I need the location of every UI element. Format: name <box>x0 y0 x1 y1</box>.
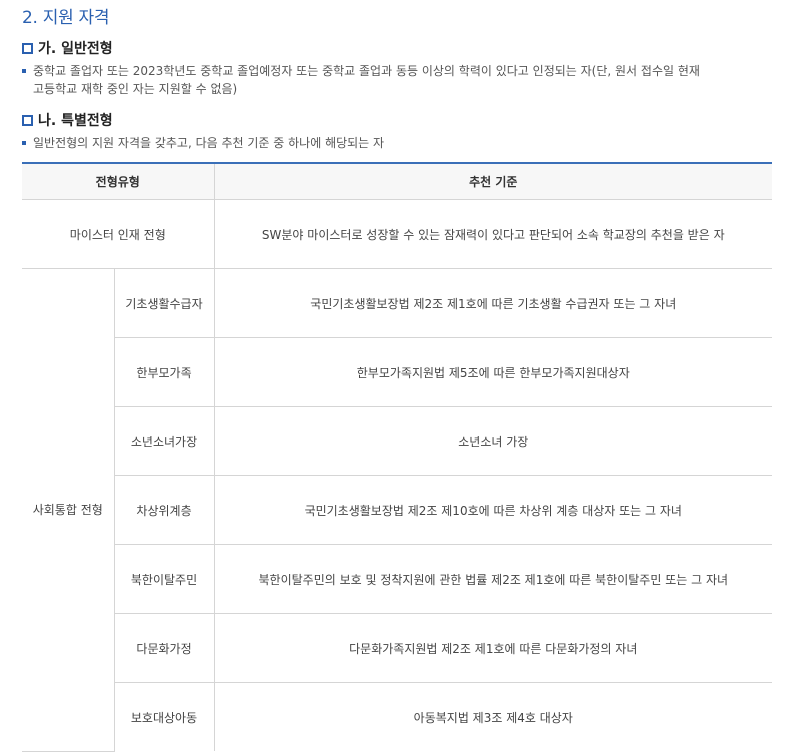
social-subtype: 북한이탈주민 <box>113 544 215 614</box>
social-subtype: 소년소녀가장 <box>113 406 215 476</box>
social-criteria: 북한이탈주민의 보호 및 정착지원에 관한 법률 제2조 제1호에 따른 북한이… <box>213 544 773 614</box>
social-criteria: 아동복지법 제3조 제4호 대상자 <box>213 682 773 751</box>
special-description: 일반전형의 지원 자격을 갖추고, 다음 추천 기준 중 하나에 해당되는 자 <box>22 134 772 152</box>
bullet-icon <box>22 141 26 145</box>
general-heading: 가. 일반전형 <box>22 38 113 58</box>
social-criteria: 국민기초생활보장법 제2조 제10호에 따른 차상위 계층 대상자 또는 그 자… <box>213 475 773 545</box>
special-heading-label: 나. 특별전형 <box>38 113 113 129</box>
general-line-2: 고등학교 재학 중인 자는 지원할 수 없음) <box>33 82 238 96</box>
social-criteria: 소년소녀 가장 <box>213 406 773 476</box>
social-subtype: 차상위계층 <box>113 475 215 545</box>
section-title: 2. 지원 자격 <box>22 8 110 28</box>
social-criteria: 한부모가족지원법 제5조에 따른 한부모가족지원대상자 <box>213 337 773 407</box>
special-line-1: 일반전형의 지원 자격을 갖추고, 다음 추천 기준 중 하나에 해당되는 자 <box>33 136 385 150</box>
square-bullet-icon <box>22 114 33 126</box>
social-subtype: 한부모가족 <box>113 337 215 407</box>
social-subtype: 기초생활수급자 <box>113 268 215 338</box>
table-header-row: 전형유형 추천 기준 <box>22 162 773 200</box>
social-subtype: 다문화가정 <box>113 613 215 683</box>
social-type: 사회통합 전형 <box>22 268 114 752</box>
table-row: 다문화가정 다문화가족지원법 제2조 제1호에 따른 다문화가정의 자녀 <box>22 613 773 683</box>
general-heading-label: 가. 일반전형 <box>38 41 113 57</box>
meister-type: 마이스터 인재 전형 <box>22 199 215 269</box>
special-heading: 나. 특별전형 <box>22 110 113 130</box>
header-criteria: 추천 기준 <box>213 162 773 200</box>
table-row: 차상위계층 국민기초생활보장법 제2조 제10호에 따른 차상위 계층 대상자 … <box>22 475 773 545</box>
social-subtype: 보호대상아동 <box>113 682 215 751</box>
general-description: 중학교 졸업자 또는 2023학년도 중학교 졸업예정자 또는 중학교 졸업과 … <box>22 62 772 98</box>
social-criteria: 다문화가족지원법 제2조 제1호에 따른 다문화가정의 자녀 <box>213 613 773 683</box>
table-row: 보호대상아동 아동복지법 제3조 제4호 대상자 <box>22 682 773 751</box>
table-row: 한부모가족 한부모가족지원법 제5조에 따른 한부모가족지원대상자 <box>22 337 773 407</box>
bullet-icon <box>22 69 26 73</box>
criteria-table: 전형유형 추천 기준 마이스터 인재 전형 SW분야 마이스터로 성장할 수 있… <box>22 162 773 752</box>
table-row: 소년소녀가장 소년소녀 가장 <box>22 406 773 476</box>
table-row: 마이스터 인재 전형 SW분야 마이스터로 성장할 수 있는 잠재력이 있다고 … <box>22 199 773 269</box>
table-row: 북한이탈주민 북한이탈주민의 보호 및 정착지원에 관한 법률 제2조 제1호에… <box>22 544 773 614</box>
table-row: 사회통합 전형 기초생활수급자 국민기초생활보장법 제2조 제1호에 따른 기초… <box>22 268 773 752</box>
social-criteria: 국민기초생활보장법 제2조 제1호에 따른 기초생활 수급권자 또는 그 자녀 <box>213 268 773 338</box>
meister-criteria: SW분야 마이스터로 성장할 수 있는 잠재력이 있다고 판단되어 소속 학교장… <box>213 199 773 269</box>
general-line-1: 중학교 졸업자 또는 2023학년도 중학교 졸업예정자 또는 중학교 졸업과 … <box>33 64 700 78</box>
square-bullet-icon <box>22 42 33 54</box>
header-type: 전형유형 <box>22 162 215 200</box>
